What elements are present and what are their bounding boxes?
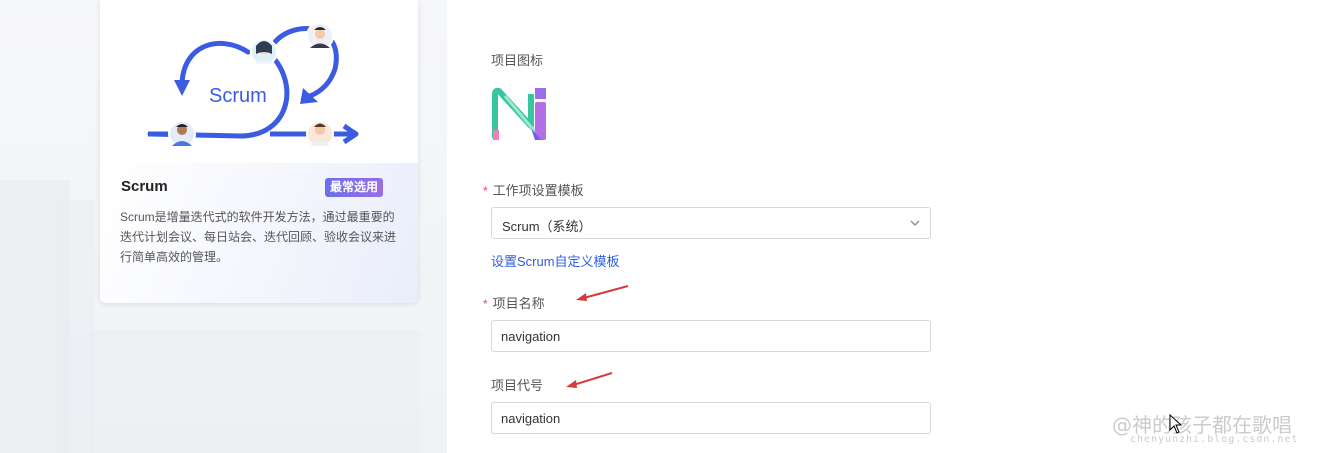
name-label-text: 项目名称 bbox=[492, 296, 545, 311]
avatar-icon bbox=[306, 120, 334, 148]
background-decoration bbox=[55, 200, 95, 453]
template-panel: Scrum Scrum 最常选用 Scrum是增量迭代式的软件开发方法，通过最重… bbox=[0, 0, 447, 453]
avatar-icon bbox=[168, 120, 196, 148]
avatar-icon bbox=[306, 22, 334, 50]
custom-template-link[interactable]: 设置Scrum自定义模板 bbox=[491, 251, 620, 270]
template-label-text: 工作项设置模板 bbox=[492, 183, 584, 198]
annotation-arrow-icon bbox=[576, 285, 629, 301]
project-code-label: 项目代号 bbox=[491, 378, 544, 393]
required-mark: * bbox=[483, 184, 488, 198]
background-decoration bbox=[90, 330, 420, 453]
scrum-illustration-text: Scrum bbox=[209, 85, 267, 107]
project-icon-label: 项目图标 bbox=[491, 53, 544, 68]
project-name-label: * 项目名称 bbox=[483, 293, 545, 312]
project-code-input[interactable] bbox=[491, 402, 931, 434]
card-title: Scrum bbox=[121, 178, 168, 195]
template-select-value: Scrum（系统） bbox=[502, 219, 592, 234]
scrum-illustration: Scrum bbox=[120, 14, 398, 164]
mouse-cursor-icon bbox=[1169, 414, 1183, 434]
avatar-icon bbox=[250, 38, 278, 66]
watermark-url: chenyunzhi.blog.csdn.net bbox=[1130, 434, 1299, 445]
card-description: Scrum是增量迭代式的软件开发方法，通过最重要的迭代计划会议、每日站会、迭代回… bbox=[120, 210, 397, 264]
project-logo-icon[interactable] bbox=[491, 86, 549, 144]
chevron-down-icon bbox=[910, 220, 920, 226]
template-field-label: * 工作项设置模板 bbox=[483, 180, 584, 199]
annotation-arrow-icon bbox=[566, 372, 613, 388]
scrum-template-card[interactable]: Scrum Scrum 最常选用 Scrum是增量迭代式的软件开发方法，通过最重… bbox=[100, 0, 418, 303]
required-mark: * bbox=[483, 297, 488, 311]
card-info: Scrum 最常选用 Scrum是增量迭代式的软件开发方法，通过最重要的迭代计划… bbox=[100, 163, 418, 303]
project-name-input[interactable] bbox=[491, 320, 931, 352]
most-used-badge: 最常选用 bbox=[325, 178, 384, 197]
template-select[interactable]: Scrum（系统） bbox=[491, 207, 931, 239]
